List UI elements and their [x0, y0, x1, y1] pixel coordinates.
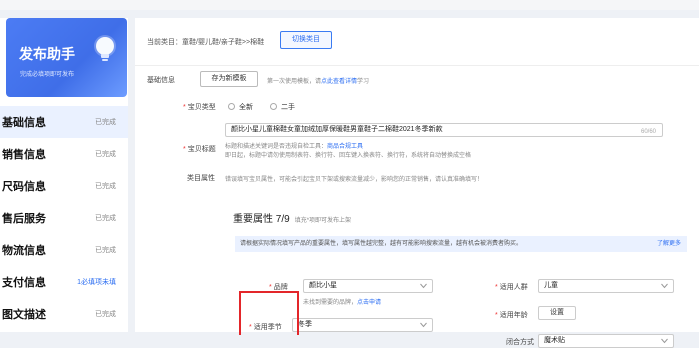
sidebar-item-label: 基础信息 — [2, 117, 46, 129]
title-hint-1: 标题和描述关键词是否违规自检工具：商品合规工具 — [225, 141, 363, 150]
top-strip — [0, 0, 699, 10]
chevron-down-icon — [661, 338, 668, 344]
item-title-value: 颜比小星儿童棉鞋女童加绒加厚保暖鞋男童鞋子二棉鞋2021冬季新款 — [231, 126, 443, 133]
age-settings-button[interactable]: 设置 — [538, 306, 576, 320]
radio-new[interactable] — [228, 103, 235, 110]
sidebar-item[interactable]: 基础信息 已完成 — [0, 106, 128, 138]
category-attr-label: 类目属性 — [187, 175, 215, 182]
important-tip: 请根据实际情况填写产品的重要属性，填写属性越完整，越有可能影响搜索流量，越有机会… — [235, 236, 687, 252]
closure-label: 闭合方式 — [506, 339, 534, 346]
item-type-label-text: 宝贝类型 — [187, 104, 216, 111]
important-tip-text: 请根据实际情况填写产品的重要属性，填写属性越完整，越有可能影响搜索流量，越有机会… — [240, 241, 523, 247]
brand-hint-text: 未找到需要的品牌， — [303, 300, 358, 306]
sidebar-item[interactable]: 图文描述 已完成 — [0, 298, 128, 330]
title-hint-2: 即日起，标题中请勿使用制表符、换行符、回车键入换表符、换行符，系统将自动替换成空… — [225, 153, 472, 159]
attr-warning: 错误填写宝贝属性，可能会引起宝贝下架或搜索流量减少，影响您的正常销售，请认真准确… — [225, 177, 484, 183]
brand-hint: 未找到需要的品牌，点击申请 — [303, 297, 381, 306]
sidebar-item-label: 销售信息 — [2, 149, 46, 161]
sidebar-item-status: 已完成 — [95, 119, 116, 126]
sidebar-item[interactable]: 售后服务 已完成 — [0, 202, 128, 234]
learn-more-link[interactable]: 了解更多 — [657, 236, 681, 252]
title-char-counter: 60/60 — [640, 129, 656, 135]
brand-select[interactable]: 颜比小星 — [303, 279, 433, 293]
template-detail-link[interactable]: 点此查看详情 — [321, 79, 357, 85]
brand-label-text: 品牌 — [273, 284, 288, 291]
people-label: * 适用人群 — [495, 284, 528, 291]
publish-helper-card: 发布助手 完成必填项即可发布 — [6, 18, 127, 97]
chevron-down-icon — [420, 322, 427, 328]
radio-new-label: 全新 — [239, 104, 253, 111]
important-count: 7/9 — [275, 214, 290, 225]
item-type-label: * 宝贝类型 — [183, 104, 216, 111]
sidebar-item[interactable]: 物流信息 已完成 — [0, 234, 128, 266]
sidebar-item[interactable]: 销售信息 已完成 — [0, 138, 128, 170]
switch-category-button[interactable]: 切换类目 — [280, 31, 332, 49]
basic-info-label: 基础信息 — [147, 77, 175, 84]
item-title-label-text: 宝贝标题 — [187, 146, 216, 153]
radio-used-label: 二手 — [281, 104, 295, 111]
important-subtitle: 填充*项即可发布上架 — [294, 218, 352, 224]
category-bar: 当前类目：童鞋/婴儿鞋/亲子鞋>>棉鞋 切换类目 — [135, 18, 699, 66]
template-hint-text: 第一次使用模板，请 — [267, 79, 322, 85]
main-panel: 当前类目：童鞋/婴儿鞋/亲子鞋>>棉鞋 切换类目 基础信息 存为新模板 第一次使… — [135, 18, 699, 348]
current-category: 当前类目：童鞋/婴儿鞋/亲子鞋>>棉鞋 — [147, 39, 265, 46]
sidebar-nav: 基础信息 已完成 销售信息 已完成 尺码信息 已完成 售后服务 已完成 物流信息 已完成 支付信息 1… — [0, 106, 128, 330]
template-hint-tail: 学习 — [357, 79, 370, 85]
radio-used[interactable] — [270, 103, 277, 110]
helper-title: 发布助手 — [19, 46, 75, 62]
people-label-text: 适用人群 — [499, 284, 528, 291]
sidebar-item-status: 已完成 — [95, 151, 116, 158]
season-value: 冬季 — [298, 321, 312, 328]
sidebar-item-status: 已完成 — [95, 183, 116, 190]
chevron-down-icon — [661, 283, 668, 289]
closure-value: 魔术贴 — [544, 337, 565, 344]
season-select[interactable]: 冬季 — [292, 318, 433, 332]
sidebar-item-status: 已完成 — [95, 215, 116, 222]
sidebar-item-status: 已完成 — [95, 311, 116, 318]
sidebar: 发布助手 完成必填项即可发布 基础信息 已完成 销售信息 已完成 尺码信息 已完成 售后服务… — [0, 18, 128, 332]
closure-select[interactable]: 魔术贴 — [538, 334, 674, 348]
sidebar-item-status: 1必填项未填 — [77, 279, 116, 286]
helper-subtitle: 完成必填项即可发布 — [20, 72, 75, 78]
item-title-input[interactable]: 颜比小星儿童棉鞋女童加绒加厚保暖鞋男童鞋子二棉鞋2021冬季新款 60/60 — [225, 123, 663, 137]
lightbulb-icon — [94, 35, 116, 61]
sidebar-item[interactable]: 尺码信息 已完成 — [0, 170, 128, 202]
people-value: 儿童 — [544, 282, 558, 289]
important-attrs-heading: 重要属性 7/9 填充*项即可发布上架 — [233, 210, 351, 225]
save-template-button[interactable]: 存为新模板 — [200, 71, 258, 87]
sidebar-item-label: 售后服务 — [2, 213, 46, 225]
sidebar-item-label: 图文描述 — [2, 309, 46, 321]
people-select[interactable]: 儿童 — [538, 279, 674, 293]
item-title-label: * 宝贝标题 — [183, 146, 216, 153]
brand-value: 颜比小星 — [309, 282, 337, 289]
sidebar-item-label: 物流信息 — [2, 245, 46, 257]
important-title: 重要属性 — [233, 214, 273, 225]
sidebar-item-status: 已完成 — [95, 247, 116, 254]
chevron-down-icon — [420, 283, 427, 289]
apply-brand-link[interactable]: 点击申请 — [357, 300, 381, 306]
highlight-box — [239, 291, 299, 335]
template-hint: 第一次使用模板，请点此查看详情学习 — [267, 76, 369, 85]
sidebar-item-label: 尺码信息 — [2, 181, 46, 193]
age-label-text: 适用年龄 — [499, 312, 528, 319]
sidebar-item[interactable]: 支付信息 1必填项未填 — [0, 266, 128, 298]
sidebar-item-label: 支付信息 — [2, 277, 46, 289]
age-label: * 适用年龄 — [495, 312, 528, 319]
